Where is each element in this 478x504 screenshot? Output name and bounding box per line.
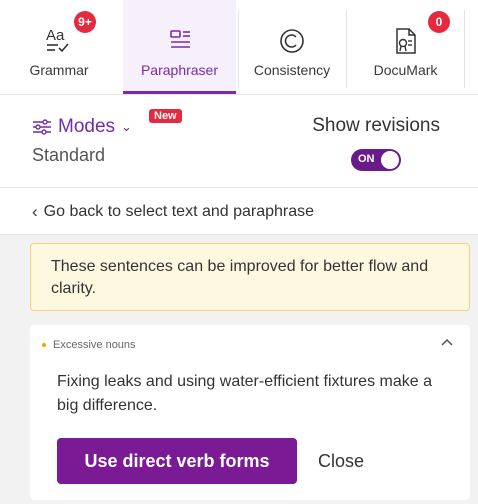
tab-grammar[interactable]: Aa 9+ Grammar [0,0,118,94]
new-badge: New [149,109,182,123]
suggestions-area: These sentences can be improved for bett… [0,235,478,504]
tool-tabs: Aa 9+ Grammar Paraphraser Consistency 0 … [0,0,478,94]
modes-panel: Modes ⌄ New Standard Show revisions ON [0,95,478,188]
sliders-icon [33,119,51,135]
consistency-icon [280,29,304,53]
suggestion-card: Excessive nouns Fixing leaks and using w… [30,325,470,500]
show-revisions-label: Show revisions [312,115,440,136]
go-back-link[interactable]: ‹ Go back to select text and paraphrase [32,202,314,222]
show-revisions-toggle[interactable]: ON [351,149,401,171]
toggle-state: ON [358,153,375,165]
tab-label-consistency: Consistency [253,62,331,78]
go-back-label: Go back to select text and paraphrase [43,203,315,220]
suggestion-sentence: Fixing leaks and using water-efficient f… [57,373,432,414]
suggestion-category: Excessive nouns [42,339,136,351]
tab-consistency[interactable]: Consistency [239,0,345,94]
svg-text:Aa: Aa [46,27,65,44]
tab-divider [464,10,465,88]
close-suggestion-button[interactable]: Close [310,438,372,484]
toggle-knob [381,151,399,169]
tab-label-documark: DocuMark [373,62,438,78]
chevron-down-icon: ⌄ [121,119,132,134]
category-dot [42,343,46,347]
grammar-icon: Aa [46,27,69,53]
chevron-up-icon[interactable] [440,337,454,347]
documark-icon [395,28,416,54]
category-label: Excessive nouns [53,339,136,351]
tab-paraphraser[interactable]: Paraphraser [123,0,236,94]
tab-label-grammar: Grammar [29,62,89,78]
documark-count-badge: 0 [428,11,450,33]
tab-label-paraphraser: Paraphraser [140,62,219,78]
current-mode: Standard [32,145,106,165]
modes-label: Modes [58,116,116,137]
grammar-count-badge: 9+ [74,11,96,33]
paraphraser-icon [169,30,190,48]
apply-suggestion-button[interactable]: Use direct verb forms [57,438,297,484]
tab-documark[interactable]: 0 DocuMark [347,0,464,94]
chevron-left-icon: ‹ [32,202,38,221]
info-notice: These sentences can be improved for bett… [30,243,470,311]
navigation-bar: ‹ Go back to select text and paraphrase [0,188,478,235]
modes-dropdown[interactable]: Modes ⌄ [32,113,132,141]
